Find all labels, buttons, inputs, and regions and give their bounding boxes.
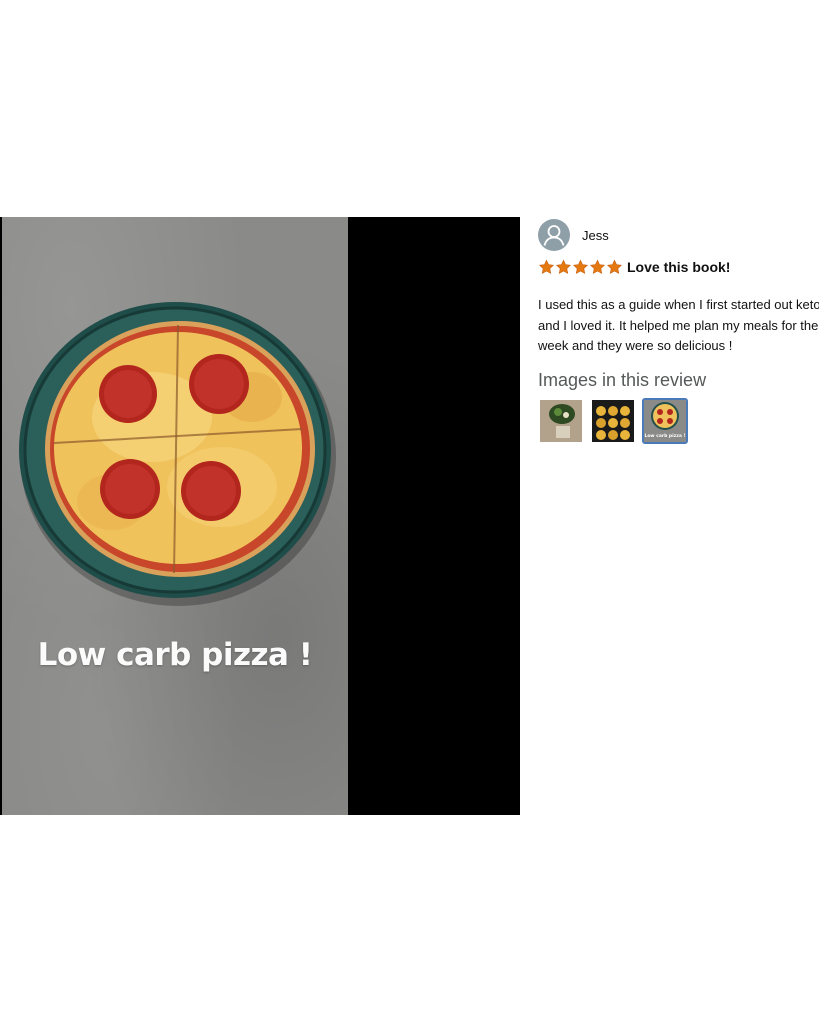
photo-caption: Low carb pizza ! — [37, 637, 313, 673]
pizza-image — [19, 302, 336, 606]
star-icon — [556, 259, 571, 274]
reviewer-profile[interactable]: Jess — [538, 219, 819, 251]
thumbnail-salad[interactable] — [538, 398, 584, 444]
thumbnail-caption: Low carb pizza ! — [644, 433, 685, 439]
customer-review: Jess Love this book! I used this as a gu… — [538, 219, 819, 444]
star-icon — [539, 259, 554, 274]
star-icon — [607, 259, 622, 274]
reviewer-name[interactable]: Jess — [582, 228, 609, 243]
person-icon — [538, 219, 570, 251]
star-icon — [573, 259, 588, 274]
review-image-viewer: Low carb pizza ! — [0, 217, 520, 815]
review-photo[interactable]: Low carb pizza ! — [2, 217, 348, 815]
review-image-thumbnails: Low carb pizza ! — [538, 397, 819, 444]
star-icon — [590, 259, 605, 274]
rating-row: Love this book! — [538, 258, 819, 276]
images-heading: Images in this review — [538, 369, 707, 390]
thumbnail-pizza[interactable]: Low carb pizza ! — [642, 397, 688, 444]
thumbnail-egg-cups[interactable] — [590, 398, 636, 444]
review-body: I used this as a guide when I first star… — [538, 297, 819, 353]
star-rating[interactable] — [538, 259, 623, 275]
review-title[interactable]: Love this book! — [627, 259, 730, 275]
